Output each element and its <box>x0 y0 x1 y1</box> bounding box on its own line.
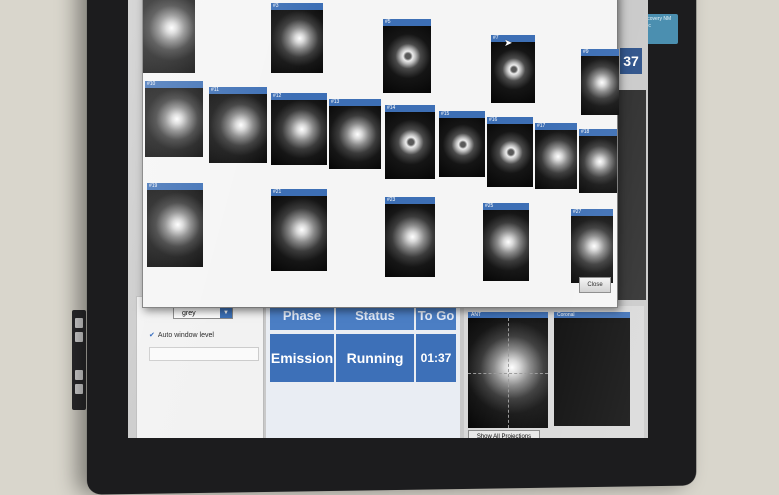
projection-tile-label: #14 <box>385 105 435 112</box>
projection-tile[interactable]: #7 <box>491 35 535 103</box>
status-value: Running <box>336 334 414 382</box>
anterior-view[interactable]: ANT <box>468 312 548 428</box>
projection-tile[interactable] <box>143 0 195 73</box>
projection-tile[interactable]: #16 <box>487 117 533 187</box>
settings-field[interactable] <box>149 347 259 361</box>
projection-image <box>209 94 267 163</box>
display-settings-panel: grey ▼ ✔ Auto window level <box>136 296 264 438</box>
projection-tile-label: #5 <box>383 19 431 26</box>
projection-image <box>329 106 381 169</box>
usb-port <box>75 332 83 342</box>
projection-image <box>581 56 619 115</box>
colormap-select[interactable]: grey ▼ <box>173 307 233 319</box>
mouse-cursor-icon: ➤ <box>504 38 512 49</box>
projection-image <box>483 210 529 281</box>
background-scrollable-area <box>616 90 646 300</box>
projection-tile[interactable]: #9 <box>581 49 619 115</box>
projection-image <box>143 0 195 73</box>
coronal-view[interactable]: Coronal <box>554 312 630 426</box>
projection-tile[interactable]: #25 <box>483 203 529 281</box>
projection-image <box>145 88 203 157</box>
projection-tile[interactable]: #3 <box>271 3 323 73</box>
projection-image <box>535 130 577 189</box>
projection-image <box>271 196 327 271</box>
crosshair-vertical <box>508 318 509 428</box>
usb-port <box>75 370 83 380</box>
projection-tile[interactable]: #27 <box>571 209 613 283</box>
projection-tile-label: #16 <box>487 117 533 124</box>
projection-tile[interactable]: #15 <box>439 111 485 177</box>
projection-tile-label: #13 <box>329 99 381 106</box>
projection-tile-label: #12 <box>271 93 327 100</box>
projection-tile[interactable]: #13 <box>329 99 381 169</box>
projection-tile[interactable]: #21 <box>271 189 327 271</box>
projection-image <box>491 42 535 103</box>
auto-window-level-label: Auto window level <box>158 332 214 339</box>
projection-tile[interactable]: #18 <box>579 129 617 193</box>
projection-tile[interactable]: #23 <box>385 197 435 277</box>
projection-tile[interactable]: #19 <box>147 183 203 267</box>
projection-tile-label: #7 <box>491 35 535 42</box>
projection-tile-label: #9 <box>581 49 619 56</box>
projections-dialog: #3 #5 #7 #9 #10 #11 #12 #13 #14 #15 #16 … <box>142 0 618 308</box>
projection-tile-label: #27 <box>571 209 613 216</box>
acquisition-status-table: Phase Status To Go Emission Running 01:3… <box>266 300 460 438</box>
time-remaining-value: 01:37 <box>416 334 456 382</box>
projection-image <box>487 124 533 187</box>
auto-window-level-checkbox[interactable]: ✔ Auto window level <box>149 331 214 339</box>
frame-counter: 37 <box>620 48 642 74</box>
projection-tile[interactable]: #12 <box>271 93 327 165</box>
chevron-down-icon[interactable]: ▼ <box>220 308 232 318</box>
projection-image <box>385 204 435 277</box>
monitor-screen: grey ▼ ✔ Auto window level Phase Status T… <box>128 0 648 438</box>
phase-value: Emission <box>270 334 334 382</box>
projection-tile-label: #11 <box>209 87 267 94</box>
usb-port <box>75 384 83 394</box>
projection-tile-label: #17 <box>535 123 577 130</box>
projection-image <box>385 112 435 179</box>
view-panel: ANT Coronal Show All Projections <box>464 306 644 438</box>
usb-port <box>75 318 83 328</box>
projection-tile-label: #15 <box>439 111 485 118</box>
projection-image <box>383 26 431 93</box>
show-all-projections-button[interactable]: Show All Projections <box>468 430 540 438</box>
projection-tile-label: #3 <box>271 3 323 10</box>
projection-tile-label: #25 <box>483 203 529 210</box>
projection-image <box>579 136 617 193</box>
projection-tile[interactable]: #5 <box>383 19 431 93</box>
projection-tile[interactable]: #10 <box>145 81 203 157</box>
colormap-select-value: grey <box>182 310 196 317</box>
projection-image <box>147 190 203 267</box>
projection-tile-label: #18 <box>579 129 617 136</box>
monitor-port-strip <box>72 310 86 410</box>
coronal-view-title: Coronal <box>557 312 575 318</box>
projection-image <box>571 216 613 283</box>
projection-image <box>271 100 327 165</box>
projection-tile[interactable]: #17 <box>535 123 577 189</box>
projection-image <box>439 118 485 177</box>
projection-tile[interactable]: #11 <box>209 87 267 163</box>
projection-image <box>271 10 323 73</box>
close-button[interactable]: Close <box>579 277 611 293</box>
projection-tile-label: #21 <box>271 189 327 196</box>
projection-tile-label: #10 <box>145 81 203 88</box>
checkmark-icon: ✔ <box>149 332 155 339</box>
projection-tile-label: #19 <box>147 183 203 190</box>
projection-tile[interactable]: #14 <box>385 105 435 179</box>
projection-tile-label: #23 <box>385 197 435 204</box>
